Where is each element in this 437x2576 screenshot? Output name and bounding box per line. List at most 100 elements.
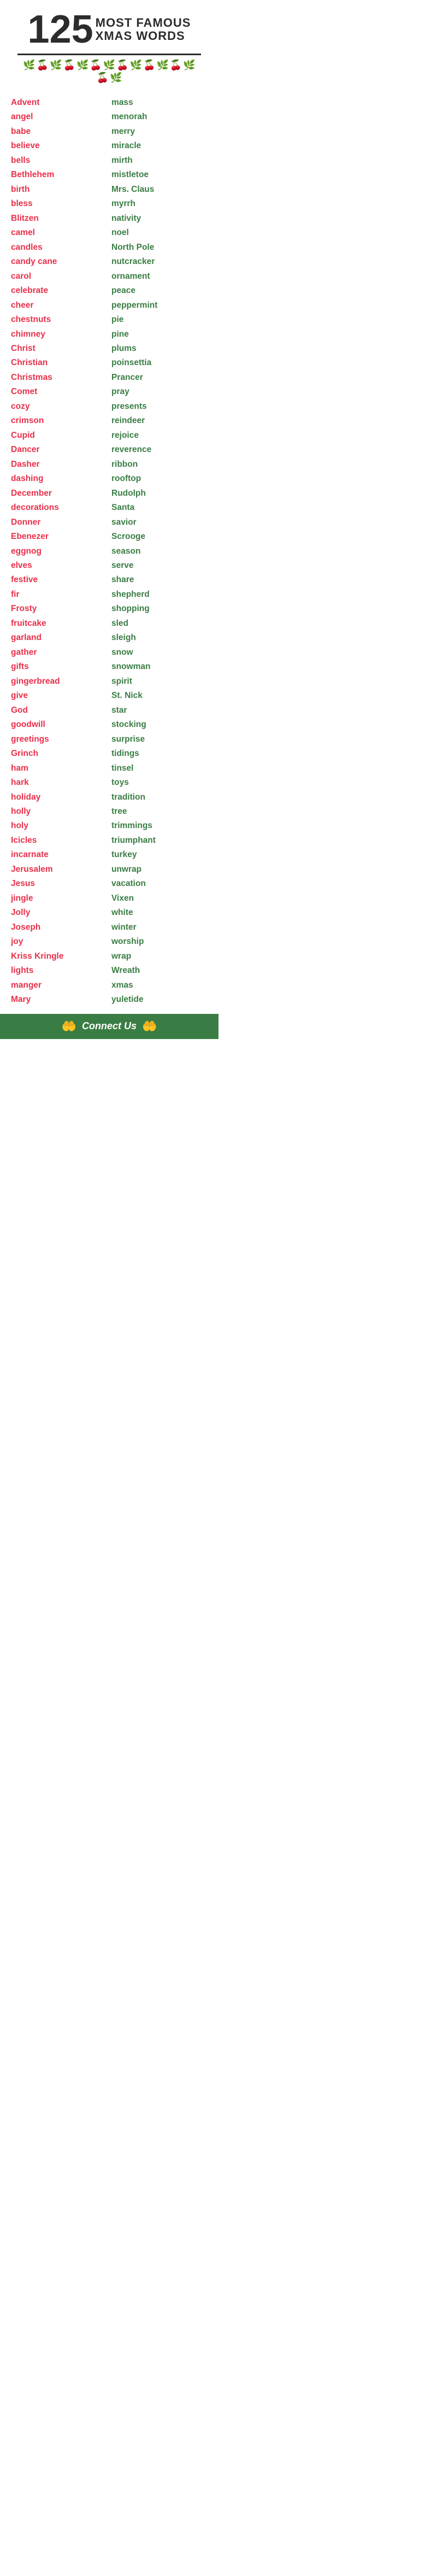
word-item-left: Jesus [9,877,109,891]
word-item-right: mass [109,96,210,110]
word-item-right: toys [109,776,210,790]
footer-icon-right: 🤲 [142,1019,157,1034]
word-item-right: Mrs. Claus [109,183,210,197]
word-item-left: gingerbread [9,674,109,689]
word-item-left: celebrate [9,284,109,298]
word-item-right: worship [109,935,210,949]
word-item-right: noel [109,226,210,240]
word-item-right: North Pole [109,240,210,255]
word-item-right: reverence [109,443,210,457]
word-item-left: Kriss Kringle [9,949,109,964]
word-item-left: give [9,689,109,703]
word-item-right: snowman [109,660,210,674]
word-item-left: hark [9,776,109,790]
word-item-right: stocking [109,718,210,732]
word-item-left: crimson [9,414,109,428]
word-item-left: Dasher [9,457,109,472]
word-item-left: Frosty [9,602,109,616]
word-item-left: Jolly [9,906,109,920]
word-item-right: peppermint [109,298,210,313]
word-item-left: chestnuts [9,313,109,327]
word-item-left: Christmas [9,371,109,385]
word-item-right: sled [109,617,210,631]
word-item-right: Prancer [109,371,210,385]
word-item-right: peace [109,284,210,298]
word-item-right: share [109,573,210,587]
word-item-left: Comet [9,385,109,399]
word-item-left: bless [9,197,109,211]
word-item-right: Wreath [109,964,210,978]
word-item-right: pie [109,313,210,327]
word-item-left: jingle [9,891,109,906]
header: 125 MOST FAMOUS XMAS WORDS 🌿🍒 🌿🍒 🌿🍒 🌿🍒 🌿… [0,0,218,93]
word-item-right: trimmings [109,819,210,833]
word-item-left: bells [9,154,109,168]
footer-icon-left: 🤲 [62,1019,76,1034]
word-item-right: myrrh [109,197,210,211]
word-item-left: believe [9,139,109,153]
word-item-left: holy [9,819,109,833]
word-item-left: decorations [9,501,109,515]
word-item-right: Vixen [109,891,210,906]
word-item-right: mirth [109,154,210,168]
word-item-right: spirit [109,674,210,689]
word-item-right: pray [109,385,210,399]
word-item-right: winter [109,920,210,935]
word-item-left: elves [9,559,109,573]
word-item-right: Rudolph [109,486,210,501]
word-item-left: lights [9,964,109,978]
word-item-left: cheer [9,298,109,313]
word-item-right: ornament [109,269,210,284]
word-item-left: Dancer [9,443,109,457]
word-item-right: tinsel [109,761,210,776]
word-item-right: Scrooge [109,530,210,544]
word-item-right: shepherd [109,588,210,602]
header-text-block: MOST FAMOUS XMAS WORDS [96,16,191,43]
word-item-left: holly [9,805,109,819]
word-item-right: St. Nick [109,689,210,703]
word-item-right: mistletoe [109,168,210,182]
word-item-right: Santa [109,501,210,515]
word-item-left: chimney [9,327,109,342]
word-item-right: snow [109,646,210,660]
word-item-left: ham [9,761,109,776]
word-item-left: angel [9,110,109,124]
word-item-left: festive [9,573,109,587]
word-item-left: joy [9,935,109,949]
word-item-left: cozy [9,400,109,414]
header-divider [17,54,201,55]
word-item-left: birth [9,183,109,197]
word-item-left: Bethlehem [9,168,109,182]
header-top: 125 MOST FAMOUS XMAS WORDS [9,10,210,49]
word-item-left: Mary [9,993,109,1007]
word-item-left: Christian [9,356,109,370]
word-item-left: God [9,703,109,718]
word-item-left: Blitzen [9,212,109,226]
word-item-left: carol [9,269,109,284]
word-item-left: Donner [9,515,109,530]
word-item-right: yuletide [109,993,210,1007]
word-item-right: shopping [109,602,210,616]
word-item-left: camel [9,226,109,240]
word-item-right: tidings [109,747,210,761]
word-item-left: fir [9,588,109,602]
word-item-left: Jerusalem [9,862,109,877]
word-item-left: gifts [9,660,109,674]
holly-decoration: 🌿🍒 🌿🍒 🌿🍒 🌿🍒 🌿🍒 🌿🍒 🌿🍒 🌿 [9,57,210,88]
word-item-left: Icicles [9,834,109,848]
word-item-right: sleigh [109,631,210,645]
word-item-right: rooftop [109,472,210,486]
word-item-right: rejoice [109,429,210,443]
word-item-right: star [109,703,210,718]
word-item-left: greetings [9,732,109,747]
footer-text: Connect Us [82,1020,137,1032]
word-item-right: tree [109,805,210,819]
word-item-right: xmas [109,978,210,993]
word-item-right: surprise [109,732,210,747]
word-item-right: unwrap [109,862,210,877]
word-item-right: presents [109,400,210,414]
word-item-left: babe [9,125,109,139]
header-line1: MOST FAMOUS [96,16,191,30]
word-item-right: turkey [109,848,210,862]
word-item-right: vacation [109,877,210,891]
